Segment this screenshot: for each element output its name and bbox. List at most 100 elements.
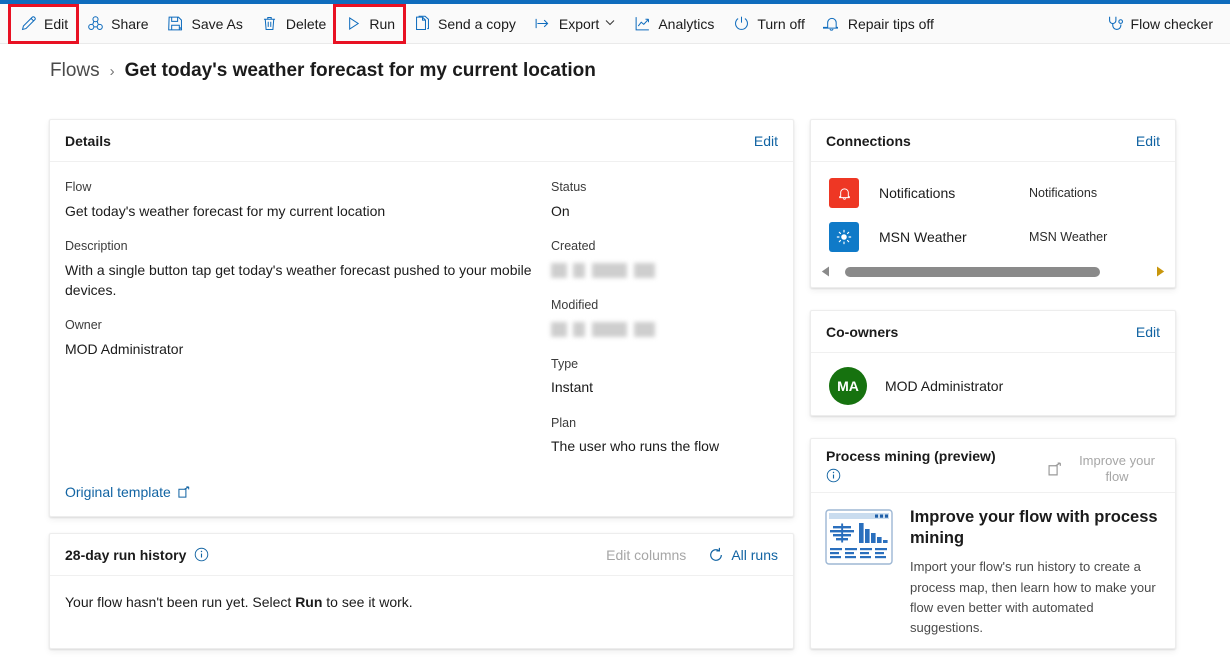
command-bar-right-group: Flow checker [1097,6,1230,42]
run-history-header: 28-day run history Edit columns All runs [50,534,793,576]
delete-button-label: Delete [285,15,327,32]
co-owners-card-header: Co-owners Edit [811,311,1175,353]
share-icon [86,15,104,33]
improve-your-flow-link[interactable]: Improve your flow [1048,447,1161,486]
process-mining-header: Process mining (preview) Improve your fl… [811,439,1175,493]
process-mining-body: Improve your flow with process mining Im… [811,493,1175,638]
bell-icon [829,178,859,208]
turn-off-button[interactable]: Turn off [723,6,813,42]
command-bar: Edit Share Save As Delete Run Send a cop… [0,3,1230,44]
details-right-column: Status On Created Modified Type Instant … [551,180,781,475]
co-owner-name: MOD Administrator [885,378,1004,394]
connection-account: Notifications [1029,186,1098,200]
details-card: Details Edit Flow Get today's weather fo… [49,119,794,517]
bell-icon [823,15,841,33]
connections-card-title: Connections [826,132,911,149]
original-template-label: Original template [65,484,171,500]
repair-tips-off-button-label: Repair tips off [847,15,934,32]
send-a-copy-button[interactable]: Send a copy [404,6,525,42]
status-badge: On [551,202,570,219]
detail-value: The user who runs the flow [551,438,720,455]
redacted-timestamp [551,322,663,338]
detail-label: Type [551,356,579,371]
connections-edit-link[interactable]: Edit [1136,133,1160,149]
detail-field-type: Type Instant [551,357,781,398]
delete-button[interactable]: Delete [252,6,335,42]
redacted-timestamp [551,263,663,279]
run-history-empty-state: Your flow hasn't been run yet. Select Ru… [50,576,793,628]
connection-name: Notifications [879,185,956,201]
all-runs-label: All runs [731,546,778,563]
scrollbar-thumb[interactable] [845,267,1100,277]
co-owners-edit-link[interactable]: Edit [1136,324,1160,340]
power-icon [732,15,750,33]
breadcrumb-flows-link[interactable]: Flows [50,60,100,82]
breadcrumb-separator-icon: › [109,63,115,80]
analytics-icon [633,15,651,33]
detail-label: Flow [65,180,92,194]
copy-icon [413,15,431,33]
empty-text-after: to see it work. [322,594,413,610]
detail-label: Status [551,180,587,194]
repair-tips-off-button[interactable]: Repair tips off [814,6,943,42]
info-icon[interactable] [826,468,996,483]
process-mining-title-wrap: Process mining (preview) [826,447,996,483]
export-button-label: Export [558,15,600,32]
detail-label: Owner [65,318,102,333]
run-button[interactable]: Run [333,3,407,44]
external-link-icon [1048,462,1063,477]
detail-field-created: Created [551,239,781,280]
trash-icon [261,15,279,33]
connections-card-header: Connections Edit [811,120,1175,162]
connection-row[interactable]: MSN Weather MSN Weather [811,215,1175,259]
details-card-title: Details [65,132,111,149]
edit-columns-button[interactable]: Edit columns [606,547,686,563]
save-as-button[interactable]: Save As [157,6,251,42]
detail-label: Description [65,238,128,253]
empty-text-before: Your flow hasn't been run yet. Select [65,594,296,610]
info-icon[interactable] [194,547,209,562]
flow-checker-button[interactable]: Flow checker [1097,6,1222,42]
all-runs-button[interactable]: All runs [708,547,778,563]
share-button[interactable]: Share [77,6,157,42]
co-owners-card: Co-owners Edit MA MOD Administrator [810,310,1176,416]
flow-checker-button-label: Flow checker [1130,15,1213,32]
send-a-copy-button-label: Send a copy [438,15,516,32]
improve-your-flow-label: Improve your flow [1079,453,1155,485]
scrollbar-track[interactable] [837,267,1149,277]
connections-horizontal-scrollbar[interactable] [811,261,1175,283]
connection-name: MSN Weather [879,229,967,245]
detail-value: MOD Administrator [65,340,184,357]
original-template-link[interactable]: Original template [65,484,191,500]
run-history-title: 28-day run history [65,546,187,563]
connections-card: Connections Edit Notifications Notificat… [810,119,1176,288]
stethoscope-icon [1106,15,1124,33]
detail-field-modified: Modified [551,298,781,339]
process-mining-description: Import your flow's run history to create… [910,559,1156,635]
analytics-button[interactable]: Analytics [624,6,723,42]
detail-label: Plan [551,415,577,430]
connections-list: Notifications Notifications MSN Weather … [811,162,1175,283]
details-card-header: Details Edit [50,120,793,162]
connection-row[interactable]: Notifications Notifications [811,171,1175,215]
detail-field-flow: Flow Get today's weather forecast for my… [65,180,545,221]
details-edit-link[interactable]: Edit [754,133,778,149]
process-mining-heading: Improve your flow with process mining [910,507,1158,547]
pencil-icon [19,15,37,33]
detail-field-owner: Owner MOD Administrator [65,318,545,359]
detail-field-description: Description With a single button tap get… [65,239,545,300]
empty-text-run-keyword: Run [295,594,323,610]
detail-value: Instant [551,379,594,396]
detail-value: Get today's weather forecast for my curr… [65,202,386,219]
run-history-actions: Edit columns All runs [606,547,778,563]
export-button[interactable]: Export [525,6,624,42]
save-as-button-label: Save As [191,15,243,32]
sun-icon [829,222,859,252]
edit-button-label: Edit [44,15,69,32]
caret-right-icon[interactable] [1156,266,1165,279]
process-mining-text: Improve your flow with process mining Im… [910,507,1160,638]
process-mining-title: Process mining (preview) [826,448,996,464]
edit-button[interactable]: Edit [7,3,80,44]
save-as-icon [166,15,184,33]
caret-left-icon[interactable] [821,266,830,279]
